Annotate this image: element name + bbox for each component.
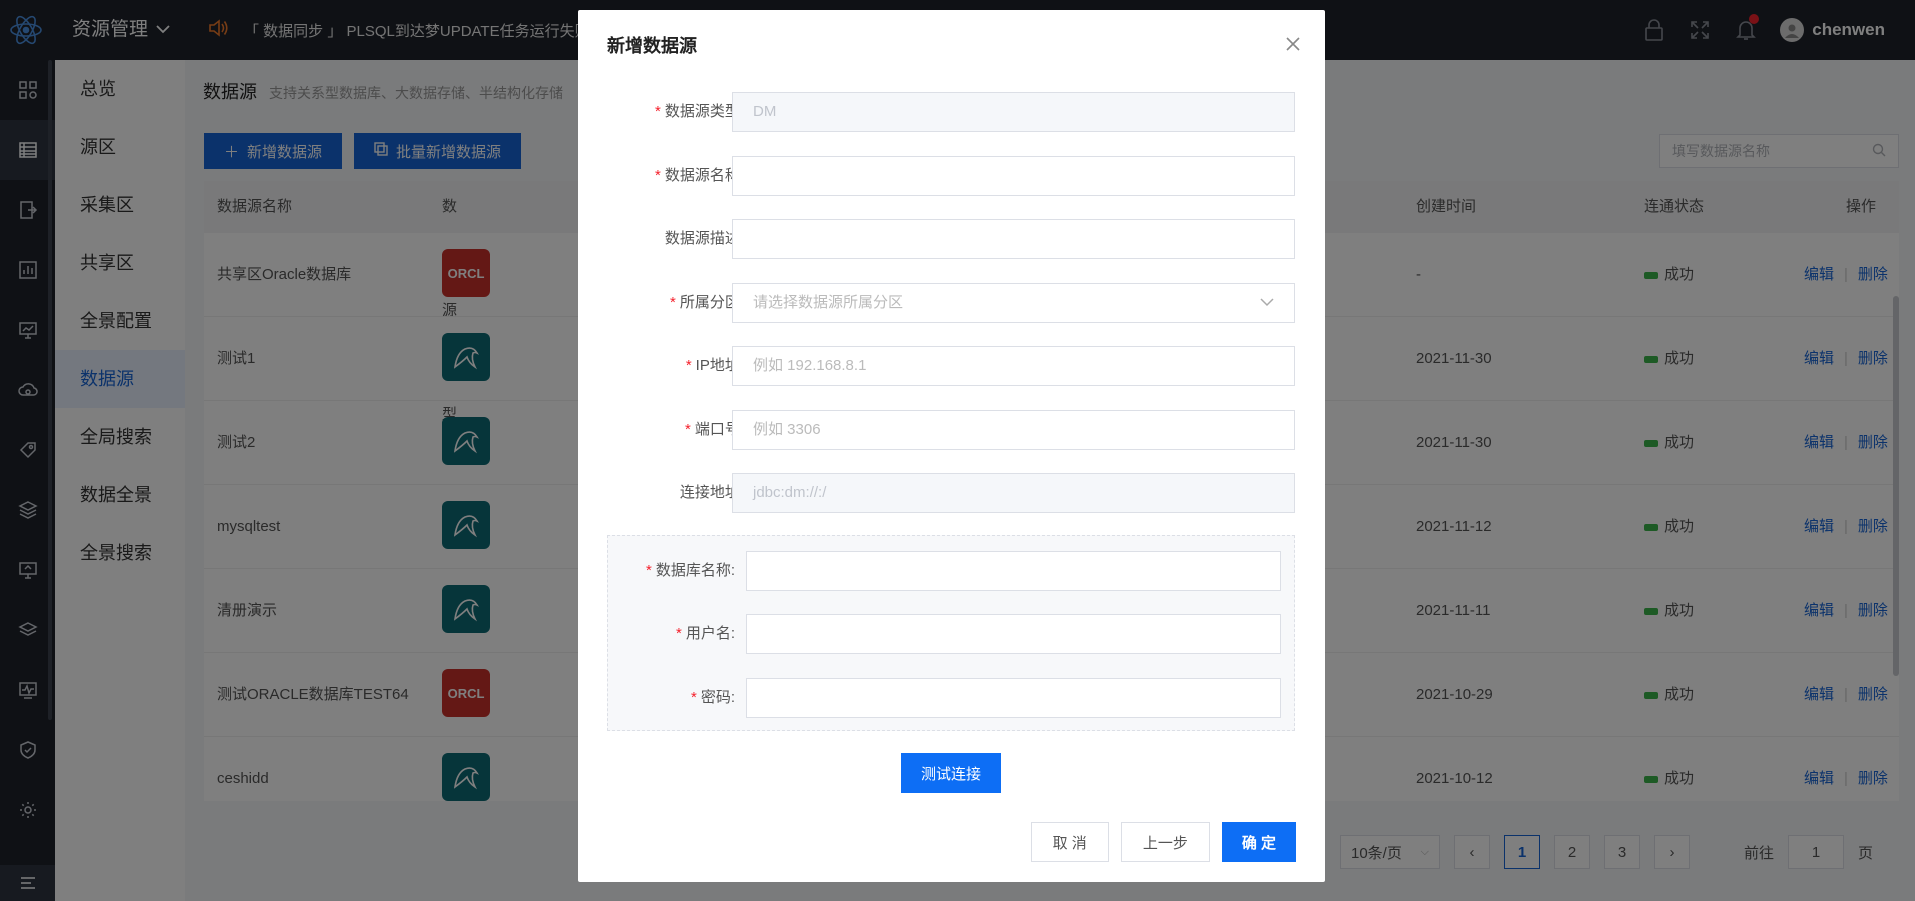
cancel-button[interactable]: 取 消: [1030, 822, 1109, 862]
field-dbname-row: * 数据库名称:: [608, 551, 1296, 591]
field-port-row: * 端口号: 例如 3306: [578, 410, 1325, 450]
test-connection-button[interactable]: 测试连接: [901, 753, 1001, 793]
field-dbname-label: * 数据库名称:: [645, 562, 735, 579]
field-name-label: * 数据源名称:: [654, 167, 744, 184]
partition-placeholder: 请选择数据源所属分区: [753, 294, 904, 311]
field-username-label: * 用户名:: [675, 625, 735, 642]
prev-step-button[interactable]: 上一步: [1120, 822, 1210, 862]
field-dbname-label-text: 数据库名称:: [655, 562, 735, 579]
field-type-label: * 数据源类型:: [654, 103, 744, 120]
field-password-label: * 密码:: [690, 689, 735, 706]
username-input[interactable]: [746, 614, 1281, 654]
dialog-footer: 取 消 上一步 确 定: [1030, 822, 1296, 862]
datasource-type-field: DM: [732, 92, 1295, 132]
connection-url-field: jdbc:dm://:/: [732, 473, 1295, 513]
close-icon[interactable]: [1283, 34, 1303, 54]
field-username-label-text: 用户名:: [685, 625, 735, 642]
field-name-row: * 数据源名称:: [578, 156, 1325, 196]
field-partition-row: * 所属分区: 请选择数据源所属分区: [578, 283, 1325, 323]
datasource-desc-input[interactable]: [732, 219, 1295, 259]
port-input[interactable]: 例如 3306: [732, 410, 1295, 450]
dialog-title: 新增数据源: [607, 36, 697, 56]
password-input[interactable]: [746, 678, 1281, 718]
confirm-button[interactable]: 确 定: [1221, 822, 1296, 862]
partition-select[interactable]: 请选择数据源所属分区: [732, 283, 1295, 323]
field-ip-row: * IP地址: 例如 192.168.8.1: [578, 346, 1325, 386]
credentials-panel: * 数据库名称: * 用户名: * 密码:: [607, 535, 1295, 731]
chevron-down-icon: [1260, 284, 1274, 322]
ip-address-input[interactable]: 例如 192.168.8.1: [732, 346, 1295, 386]
field-url-row: 连接地址: jdbc:dm://:/: [578, 473, 1325, 513]
field-password-label-text: 密码:: [700, 689, 735, 706]
field-password-row: * 密码:: [608, 678, 1296, 718]
datasource-name-input[interactable]: [732, 156, 1295, 196]
field-type-row: * 数据源类型: DM: [578, 92, 1325, 132]
field-username-row: * 用户名:: [608, 614, 1296, 654]
add-datasource-dialog: 新增数据源 * 数据源类型: DM * 数据源名称: 数据源描述: * 所属分区: 请…: [578, 10, 1325, 882]
database-name-input[interactable]: [746, 551, 1281, 591]
field-desc-row: 数据源描述:: [578, 219, 1325, 259]
